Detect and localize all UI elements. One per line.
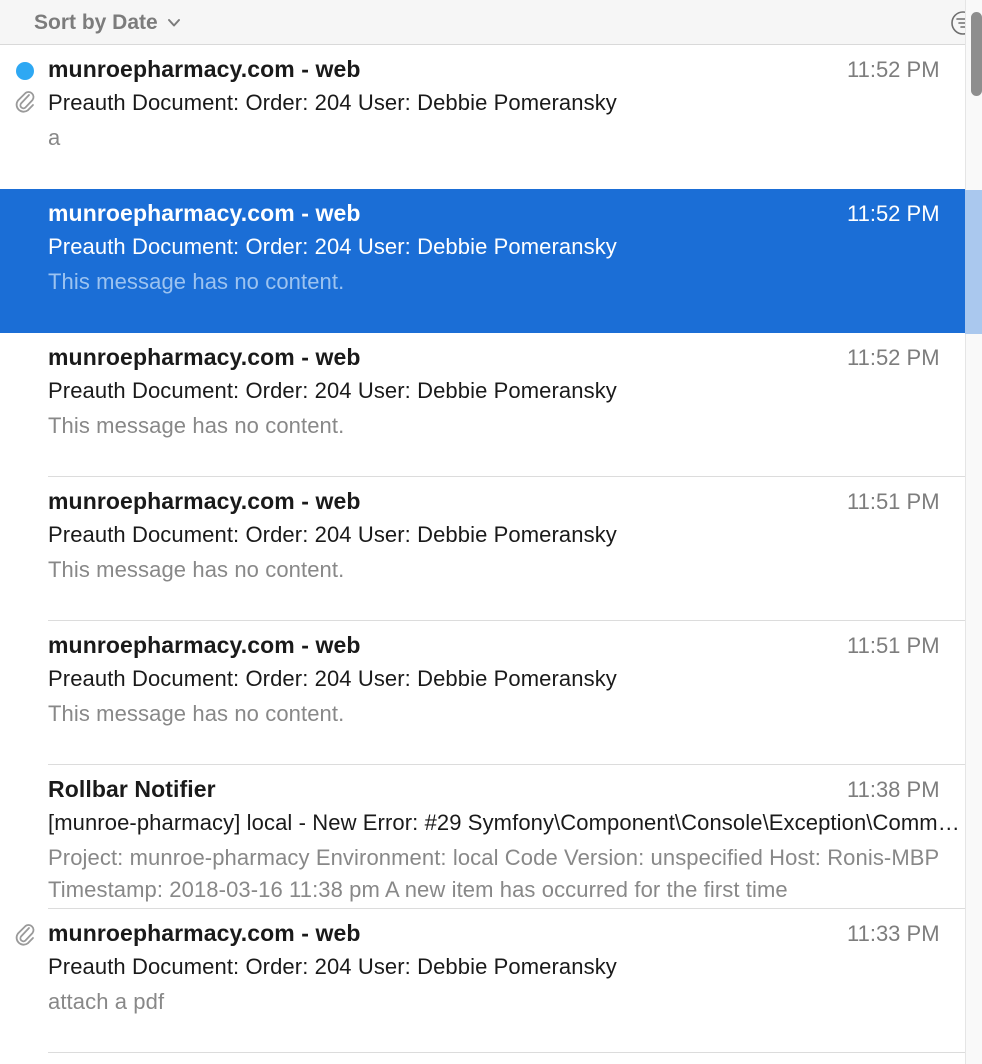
message-time: 11:33 PM bbox=[847, 921, 940, 946]
message-subject: Preauth Document: Order: 204 User: Debbi… bbox=[48, 378, 617, 403]
sort-label: Sort by Date bbox=[34, 11, 158, 34]
message-preview: This message has no content. bbox=[48, 269, 345, 294]
message-sender: munroepharmacy.com - web bbox=[48, 56, 361, 82]
message-subject: [munroe-pharmacy] local - New Error: #29… bbox=[48, 810, 965, 835]
paperclip-icon bbox=[15, 91, 35, 113]
message-preview: This message has no content. bbox=[48, 557, 345, 582]
row-divider bbox=[48, 1052, 965, 1053]
message-sender: munroepharmacy.com - web bbox=[48, 200, 361, 226]
paperclip-icon bbox=[15, 924, 35, 946]
list-header: Sort by Date bbox=[0, 0, 982, 45]
message-sender: munroepharmacy.com - web bbox=[48, 344, 361, 370]
scrollbar-track[interactable] bbox=[965, 0, 982, 1064]
message-time: 11:38 PM bbox=[847, 777, 940, 802]
message-item[interactable]: munroepharmacy.com - web 11:51 PM Preaut… bbox=[0, 477, 965, 621]
message-preview: Project: munroe-pharmacy Environment: lo… bbox=[48, 845, 939, 902]
message-item[interactable]: munroepharmacy.com - web 11:33 PM Preaut… bbox=[0, 909, 965, 1053]
message-item[interactable]: munroepharmacy.com - web 11:52 PM Preaut… bbox=[0, 45, 965, 189]
message-item[interactable]: munroepharmacy.com - web 11:52 PM Preaut… bbox=[0, 333, 965, 477]
sort-by-date-button[interactable]: Sort by Date bbox=[34, 8, 181, 38]
message-sender: munroepharmacy.com - web bbox=[48, 488, 361, 514]
message-item[interactable]: munroepharmacy.com - web 11:51 PM Preaut… bbox=[0, 621, 965, 765]
scrollbar-thumb[interactable] bbox=[971, 12, 982, 96]
message-sender: munroepharmacy.com - web bbox=[48, 632, 361, 658]
message-item[interactable]: Rollbar Notifier 11:38 PM [munroe-pharma… bbox=[0, 765, 965, 909]
message-sender: Rollbar Notifier bbox=[48, 776, 216, 802]
selection-edge bbox=[965, 190, 982, 334]
message-time: 11:52 PM bbox=[847, 57, 940, 82]
unread-dot-icon bbox=[16, 62, 34, 80]
message-subject: Preauth Document: Order: 204 User: Debbi… bbox=[48, 522, 617, 547]
message-time: 11:52 PM bbox=[847, 345, 940, 370]
message-preview: attach a pdf bbox=[48, 989, 165, 1014]
message-subject: Preauth Document: Order: 204 User: Debbi… bbox=[48, 954, 617, 979]
mail-message-list-pane: Sort by Date munroepharmacy.com - web 11… bbox=[0, 0, 982, 1064]
message-subject: Preauth Document: Order: 204 User: Debbi… bbox=[48, 234, 617, 259]
message-preview: This message has no content. bbox=[48, 701, 345, 726]
message-preview: This message has no content. bbox=[48, 413, 345, 438]
message-preview: a bbox=[48, 125, 61, 150]
message-subject: Preauth Document: Order: 204 User: Debbi… bbox=[48, 666, 617, 691]
message-time: 11:52 PM bbox=[847, 201, 940, 226]
chevron-down-icon bbox=[167, 19, 180, 27]
message-item-selected[interactable]: munroepharmacy.com - web 11:52 PM Preaut… bbox=[0, 189, 965, 333]
message-time: 11:51 PM bbox=[847, 633, 940, 658]
message-subject: Preauth Document: Order: 204 User: Debbi… bbox=[48, 90, 617, 115]
message-sender: munroepharmacy.com - web bbox=[48, 920, 361, 946]
message-time: 11:51 PM bbox=[847, 489, 940, 514]
message-list: munroepharmacy.com - web 11:52 PM Preaut… bbox=[0, 45, 965, 1064]
